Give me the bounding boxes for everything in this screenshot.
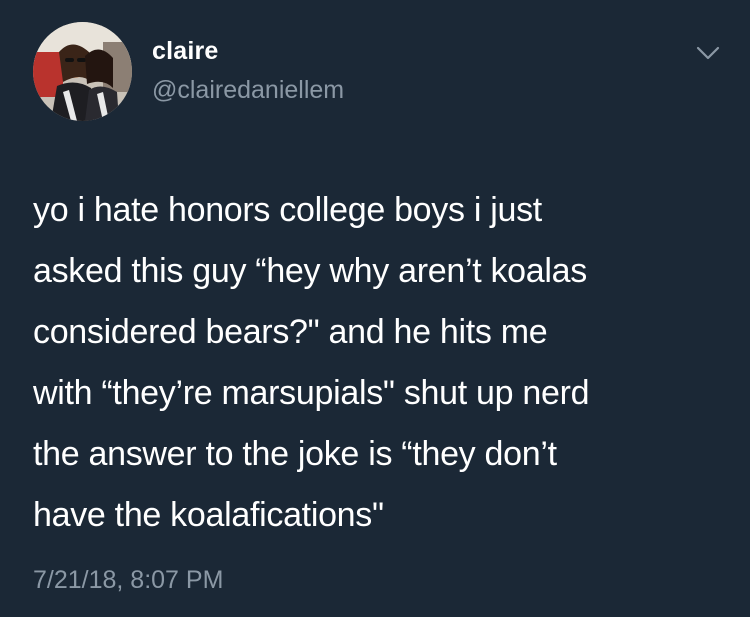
tweet-text-line: the answer to the joke is “they don’t [33, 435, 557, 473]
display-name[interactable]: claire [152, 37, 219, 66]
tweet-text-line: asked this guy “hey why aren’t koalas [33, 252, 587, 290]
tweet-text-line: considered bears?" and he hits me [33, 313, 548, 351]
tweet-text: yo i hate honors college boys i just ask… [33, 180, 733, 546]
tweet-text-line: yo i hate honors college boys i just [33, 191, 542, 229]
chevron-down-icon[interactable] [694, 43, 722, 63]
avatar[interactable] [33, 22, 132, 121]
tweet-timestamp[interactable]: 7/21/18, 8:07 PM [33, 566, 223, 595]
tweet-card: claire @clairedaniellem yo i hate honors… [0, 0, 750, 617]
tweet-text-line: with “they’re marsupials" shut up nerd [33, 374, 590, 412]
user-handle[interactable]: @clairedaniellem [152, 76, 344, 105]
profile-photo-icon [33, 22, 132, 121]
tweet-text-line: have the koalafications" [33, 496, 384, 534]
